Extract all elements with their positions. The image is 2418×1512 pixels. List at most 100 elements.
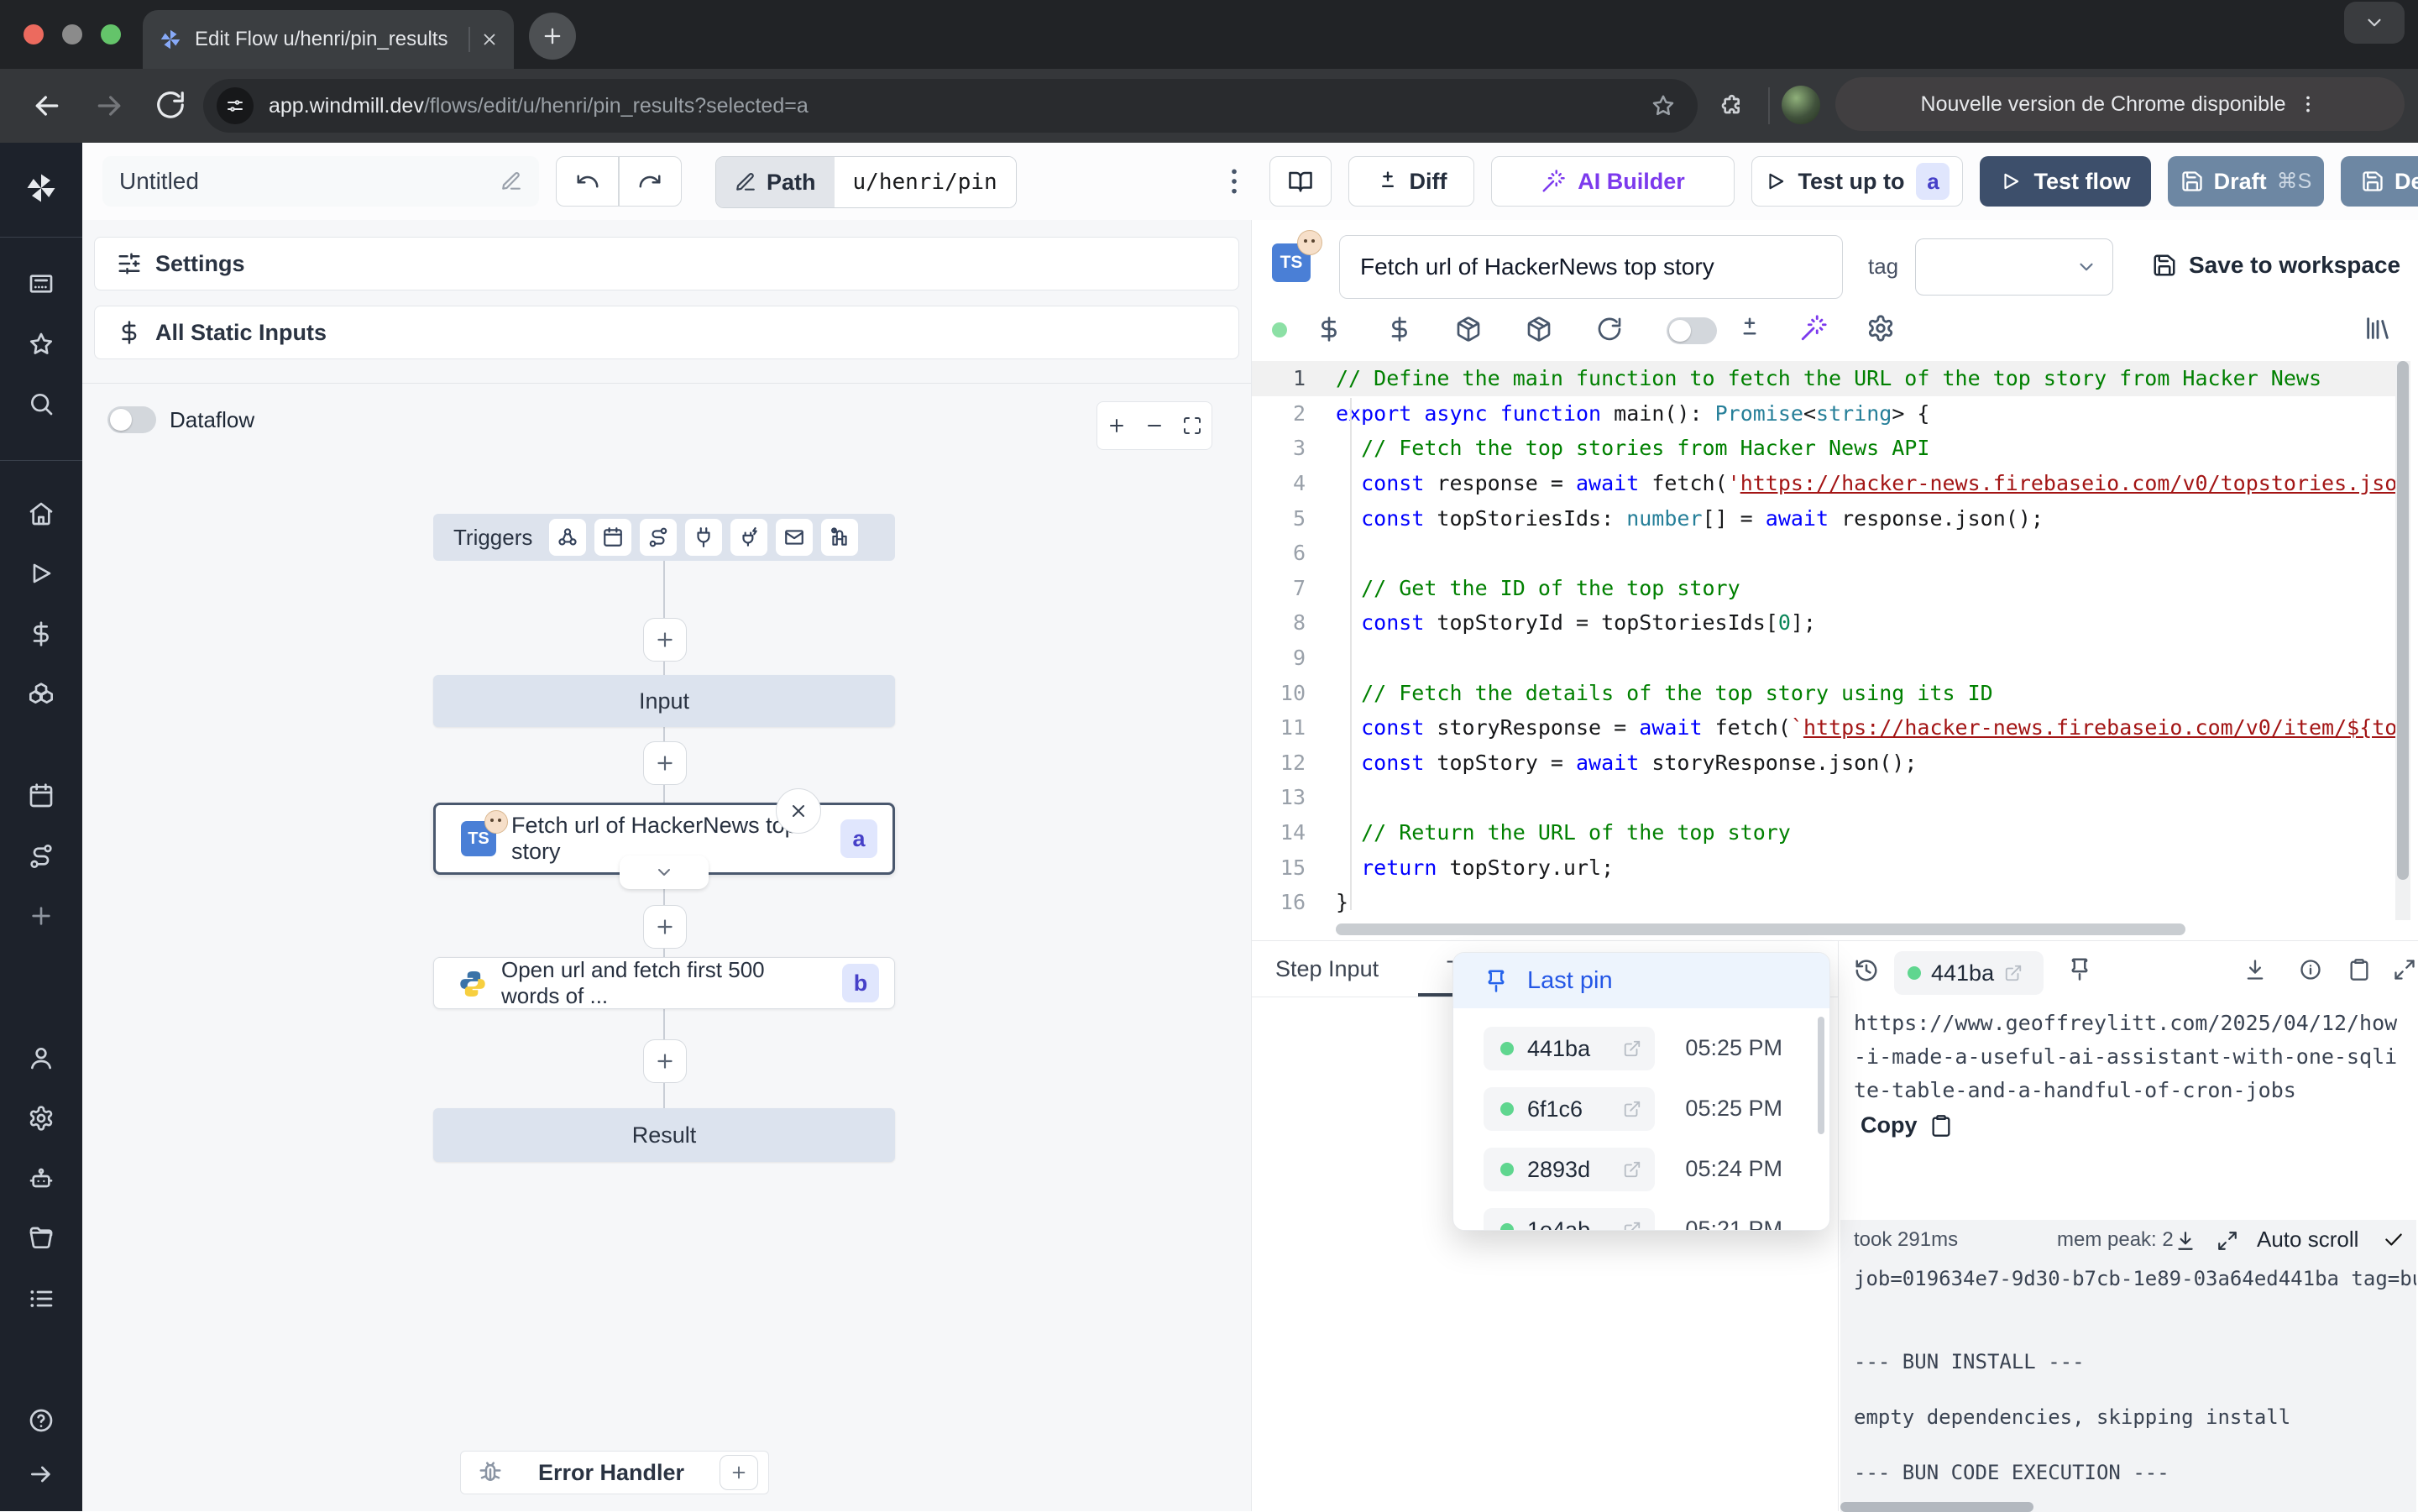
sidebar-item-users[interactable] — [28, 1044, 55, 1071]
code-line[interactable]: 15 return topStory.url; — [1252, 850, 2395, 885]
logs-panel[interactable]: took 291ms mem peak: 2 Auto scroll job=0… — [1840, 1220, 2416, 1512]
webhook-trigger-icon[interactable] — [549, 519, 586, 556]
reload-icon[interactable] — [154, 89, 186, 121]
code-line[interactable]: 6 — [1252, 536, 2395, 571]
sidebar-item-audit-logs[interactable] — [28, 1285, 55, 1312]
code-line[interactable]: 13 — [1252, 780, 2395, 815]
autoscroll-check-icon[interactable] — [2383, 1228, 2405, 1250]
http-route-trigger-icon[interactable] — [640, 519, 677, 556]
editor-settings-icon[interactable] — [1866, 314, 1895, 343]
code-line[interactable]: 16} — [1252, 885, 2395, 920]
last-pin-option[interactable]: Last pin — [1453, 953, 1829, 1008]
variables-icon[interactable] — [1316, 316, 1342, 343]
sidebar-item-favorites[interactable] — [28, 331, 55, 358]
add-error-handler-button[interactable] — [720, 1455, 758, 1490]
browser-tab[interactable]: Edit Flow u/henri/pin_results — [143, 10, 514, 69]
run-badge[interactable]: 441ba — [1894, 951, 2044, 995]
copy-result-icon[interactable] — [2347, 958, 2371, 981]
new-tab-button[interactable] — [529, 13, 576, 60]
zoom-window-button[interactable] — [101, 24, 121, 44]
code-line[interactable]: 8 const topStoryId = topStoriesIds[0]; — [1252, 605, 2395, 641]
fit-view-icon[interactable] — [1182, 416, 1202, 436]
code-line[interactable]: 3 // Fetch the top stories from Hacker N… — [1252, 431, 2395, 466]
error-handler-node[interactable]: Error Handler — [460, 1451, 769, 1494]
step-b-node[interactable]: Open url and fetch first 500 words of ..… — [433, 957, 895, 1009]
input-node[interactable]: Input — [433, 675, 895, 727]
reload-script-icon[interactable] — [1596, 316, 1623, 343]
code-vscrollbar[interactable] — [2395, 361, 2410, 920]
expand-step-button[interactable] — [620, 855, 709, 889]
download-icon[interactable] — [2243, 958, 2267, 981]
code-line[interactable]: 4 const response = await fetch('https://… — [1252, 466, 2395, 501]
code-line[interactable]: 1// Define the main function to fetch th… — [1252, 361, 2395, 396]
package-icon[interactable] — [1455, 316, 1482, 343]
library-icon[interactable] — [2363, 314, 2392, 343]
sidebar-item-runs[interactable] — [28, 560, 55, 587]
sidebar-item-home[interactable] — [28, 500, 55, 527]
sidebar-item-variables[interactable] — [28, 620, 55, 647]
code-line[interactable]: 7 // Get the ID of the top story — [1252, 571, 2395, 606]
test-up-to-step-badge[interactable]: a — [1916, 163, 1950, 200]
chrome-menu-icon[interactable] — [2297, 93, 2319, 115]
expand-logs-icon[interactable] — [2216, 1230, 2238, 1252]
sidebar-item-schedules[interactable] — [28, 782, 55, 809]
ai-assist-icon[interactable] — [1799, 314, 1828, 343]
scheduled-poll-trigger-icon[interactable] — [821, 519, 858, 556]
sidebar-item-workspace[interactable] — [28, 270, 55, 297]
email-trigger-icon[interactable] — [776, 519, 813, 556]
sidebar-item-help[interactable] — [28, 1407, 55, 1434]
windmill-logo[interactable] — [23, 170, 60, 207]
sidebar-expand-icon[interactable] — [28, 1461, 55, 1488]
code-line[interactable]: 12 const topStory = await storyResponse.… — [1252, 746, 2395, 781]
logs-hscroll-thumb[interactable] — [1840, 1502, 2033, 1512]
test-flow-button[interactable]: Test flow — [1980, 156, 2151, 207]
zoom-out-icon[interactable] — [1144, 416, 1165, 436]
sidebar-item-routes[interactable] — [28, 843, 55, 870]
pin-history-item[interactable]: 2893d05:24 PM — [1453, 1139, 1829, 1200]
all-static-inputs-button[interactable]: All Static Inputs — [94, 306, 1239, 359]
tab-search-button[interactable] — [2344, 2, 2405, 44]
resources-icon[interactable] — [1386, 316, 1413, 343]
add-step-button[interactable] — [643, 741, 687, 785]
avatar[interactable] — [1782, 86, 1820, 124]
edit-name-icon[interactable] — [500, 170, 522, 192]
undo-button[interactable] — [575, 169, 600, 194]
package-lock-icon[interactable] — [1526, 316, 1552, 343]
pin-history-item[interactable]: 1e4ab05:21 PM — [1453, 1200, 1829, 1231]
sidebar-item-folders[interactable] — [28, 1225, 55, 1252]
history-icon[interactable] — [1854, 958, 1879, 983]
dataflow-toggle[interactable] — [107, 406, 156, 433]
external-link-icon[interactable] — [1623, 1160, 1641, 1179]
chrome-update-button[interactable]: Nouvelle version de Chrome disponible — [1835, 77, 2405, 131]
code-hscrollbar[interactable] — [1336, 923, 2185, 935]
code-line[interactable]: 14 // Return the URL of the top story — [1252, 815, 2395, 850]
diff-button[interactable]: Diff — [1348, 156, 1474, 207]
run-hash-pill[interactable]: 6f1c6 — [1484, 1087, 1655, 1131]
add-step-button[interactable] — [643, 618, 687, 662]
step-title-input[interactable] — [1339, 235, 1843, 299]
close-window-button[interactable] — [24, 24, 44, 44]
more-options-icon[interactable] — [1217, 165, 1251, 198]
deploy-button[interactable]: Deploy — [2341, 156, 2418, 207]
draft-button[interactable]: Draft ⌘S — [2168, 156, 2324, 207]
diff-mode-icon[interactable] — [1737, 316, 1762, 341]
minimize-window-button[interactable] — [62, 24, 82, 44]
zoom-in-icon[interactable] — [1107, 416, 1127, 436]
sidebar-item-search[interactable] — [28, 390, 55, 417]
code-line[interactable]: 2export async function main(): Promise<s… — [1252, 396, 2395, 432]
dropdown-scroll-thumb[interactable] — [1818, 1017, 1824, 1134]
external-link-icon[interactable] — [2004, 964, 2023, 982]
external-link-icon[interactable] — [1623, 1039, 1641, 1058]
back-icon[interactable] — [30, 89, 64, 123]
code-line[interactable]: 9 — [1252, 641, 2395, 676]
path-button[interactable]: Path u/henri/pin — [715, 156, 1017, 208]
pin-icon[interactable] — [2067, 956, 2092, 981]
pin-history-item[interactable]: 441ba05:25 PM — [1453, 1018, 1829, 1079]
ai-builder-button[interactable]: AI Builder — [1491, 156, 1735, 207]
code-line[interactable]: 11 const storyResponse = await fetch(`ht… — [1252, 710, 2395, 746]
websocket-trigger-icon[interactable] — [685, 519, 722, 556]
add-step-button[interactable] — [643, 1039, 687, 1083]
sidebar-item-more[interactable] — [28, 902, 55, 929]
tab-step-input[interactable]: Step Input — [1275, 956, 1379, 982]
info-icon[interactable] — [2299, 958, 2322, 981]
